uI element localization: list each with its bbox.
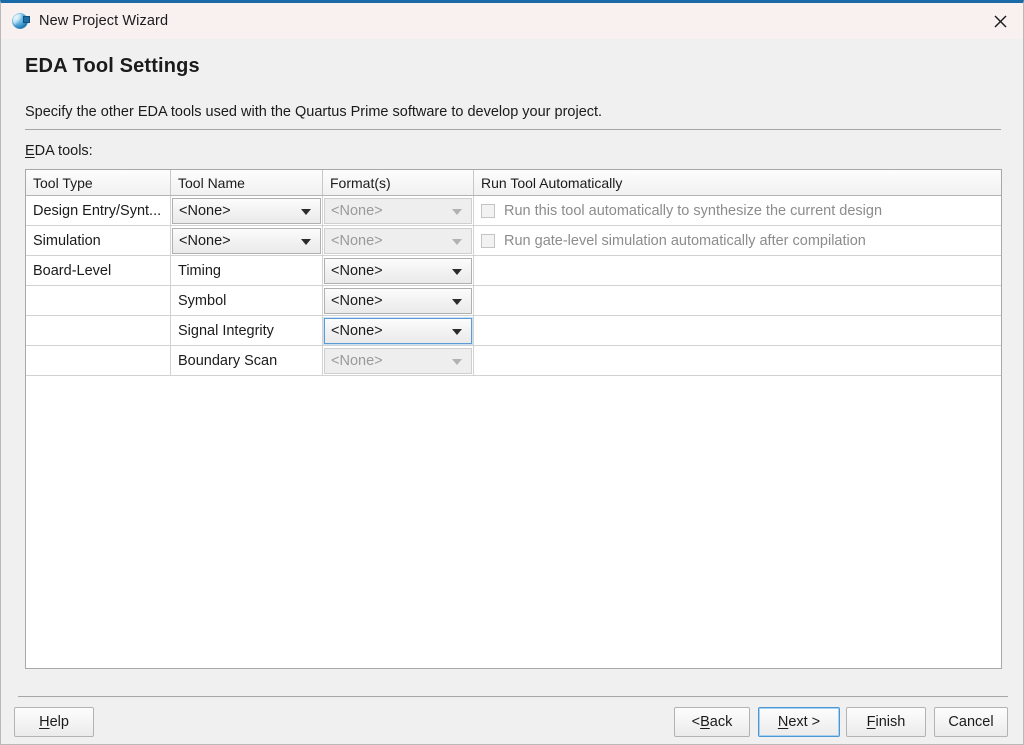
cell-tool-type[interactable]: Design Entry/Synt... <box>26 196 171 225</box>
table-row: Symbol <None> <box>26 286 1001 316</box>
cell-run-tool: Run this tool automatically to synthesiz… <box>474 196 1001 225</box>
cell-tool-name: <None> <box>171 196 323 225</box>
help-button-label: elp <box>50 714 69 730</box>
tool-name-dropdown-simulation[interactable]: <None> <box>172 228 321 254</box>
table-row: Simulation <None> <None> Run gate-level … <box>26 226 1001 256</box>
format-dropdown-design-entry[interactable]: <None> <box>324 198 472 224</box>
tool-name-dropdown-design-entry[interactable]: <None> <box>172 198 321 224</box>
tool-name-label: Signal Integrity <box>171 323 274 339</box>
cancel-button[interactable]: Cancel <box>934 707 1008 737</box>
cell-format: <None> <box>323 316 474 345</box>
chevron-down-icon <box>452 299 462 305</box>
column-header-tool-name[interactable]: Tool Name <box>171 170 323 195</box>
run-tool-checkbox-design-entry[interactable] <box>481 204 495 218</box>
tool-name-label: Symbol <box>171 293 226 309</box>
chevron-down-icon <box>452 209 462 215</box>
format-dropdown-timing[interactable]: <None> <box>324 258 472 284</box>
help-button[interactable]: Help <box>14 707 94 737</box>
cell-tool-type[interactable] <box>26 316 171 345</box>
cell-tool-type[interactable]: Board-Level <box>26 256 171 285</box>
column-header-tool-type[interactable]: Tool Type <box>26 170 171 195</box>
chevron-down-icon <box>452 239 462 245</box>
quartus-globe-icon <box>12 12 30 30</box>
cell-tool-name[interactable]: Timing <box>171 256 323 285</box>
chevron-down-icon <box>301 209 311 215</box>
dropdown-value: <None> <box>173 233 231 249</box>
cell-run-tool <box>474 316 1001 345</box>
page-title: EDA Tool Settings <box>25 55 200 78</box>
run-tool-label: Run this tool automatically to synthesiz… <box>504 203 882 219</box>
table-header-row: Tool Type Tool Name Format(s) Run Tool A… <box>26 170 1001 196</box>
cancel-button-label: Cancel <box>948 714 993 730</box>
next-button-label: ext > <box>788 714 820 730</box>
format-dropdown-boundary-scan[interactable]: <None> <box>324 348 472 374</box>
page-description: Specify the other EDA tools used with th… <box>25 104 602 120</box>
chevron-down-icon <box>452 329 462 335</box>
back-button-label: ack <box>710 714 733 730</box>
chevron-down-icon <box>452 359 462 365</box>
cell-tool-name[interactable]: Signal Integrity <box>171 316 323 345</box>
cell-format: <None> <box>323 286 474 315</box>
back-button-prefix: < <box>692 714 700 730</box>
eda-tools-table: Tool Type Tool Name Format(s) Run Tool A… <box>25 169 1002 669</box>
tool-name-label: Boundary Scan <box>171 353 277 369</box>
tool-type-label: Simulation <box>26 233 101 249</box>
eda-tools-label-mnemonic: E <box>25 143 35 159</box>
footer-divider <box>18 696 1008 697</box>
run-tool-checkbox-simulation[interactable] <box>481 234 495 248</box>
finish-button-mnemonic: F <box>867 714 876 730</box>
next-button-mnemonic: N <box>778 714 788 730</box>
eda-tools-label: EDA tools: <box>25 143 93 159</box>
cell-run-tool <box>474 286 1001 315</box>
cell-format: <None> <box>323 256 474 285</box>
help-button-mnemonic: H <box>39 714 49 730</box>
dropdown-value: <None> <box>325 353 383 369</box>
tool-type-label: Design Entry/Synt... <box>26 203 161 219</box>
new-project-wizard-dialog: New Project Wizard EDA Tool Settings Spe… <box>0 0 1024 745</box>
cell-format: <None> <box>323 346 474 375</box>
table-row: Boundary Scan <None> <box>26 346 1001 376</box>
finish-button-label: inish <box>876 714 906 730</box>
format-dropdown-signal-integrity[interactable]: <None> <box>324 318 472 344</box>
table-row: Design Entry/Synt... <None> <None> Run t… <box>26 196 1001 226</box>
table-row: Board-Level Timing <None> <box>26 256 1001 286</box>
finish-button[interactable]: Finish <box>846 707 926 737</box>
chevron-down-icon <box>301 239 311 245</box>
column-header-formats[interactable]: Format(s) <box>323 170 474 195</box>
cell-format: <None> <box>323 196 474 225</box>
title-bar: New Project Wizard <box>1 3 1023 39</box>
column-header-run-tool-automatically[interactable]: Run Tool Automatically <box>474 170 1001 195</box>
cell-run-tool: Run gate-level simulation automatically … <box>474 226 1001 255</box>
dropdown-value: <None> <box>325 293 383 309</box>
close-icon[interactable] <box>977 3 1023 39</box>
back-button[interactable]: < Back <box>674 707 750 737</box>
format-dropdown-symbol[interactable]: <None> <box>324 288 472 314</box>
cell-tool-type[interactable] <box>26 346 171 375</box>
eda-tools-label-rest: DA tools: <box>35 143 93 159</box>
dropdown-value: <None> <box>325 263 383 279</box>
cell-format: <None> <box>323 226 474 255</box>
cell-tool-type[interactable]: Simulation <box>26 226 171 255</box>
table-row: Signal Integrity <None> <box>26 316 1001 346</box>
cell-run-tool <box>474 346 1001 375</box>
dropdown-value: <None> <box>325 323 383 339</box>
format-dropdown-simulation[interactable]: <None> <box>324 228 472 254</box>
cell-tool-name[interactable]: Symbol <box>171 286 323 315</box>
chevron-down-icon <box>452 269 462 275</box>
cell-tool-name: <None> <box>171 226 323 255</box>
header-divider <box>25 129 1001 130</box>
tool-name-label: Timing <box>171 263 221 279</box>
cell-tool-type[interactable] <box>26 286 171 315</box>
window-title: New Project Wizard <box>39 13 168 29</box>
dropdown-value: <None> <box>325 203 383 219</box>
tool-type-label: Board-Level <box>26 263 111 279</box>
next-button[interactable]: Next > <box>758 707 840 737</box>
cell-tool-name[interactable]: Boundary Scan <box>171 346 323 375</box>
run-tool-label: Run gate-level simulation automatically … <box>504 233 866 249</box>
dropdown-value: <None> <box>325 233 383 249</box>
back-button-mnemonic: B <box>700 714 710 730</box>
cell-run-tool <box>474 256 1001 285</box>
dropdown-value: <None> <box>173 203 231 219</box>
